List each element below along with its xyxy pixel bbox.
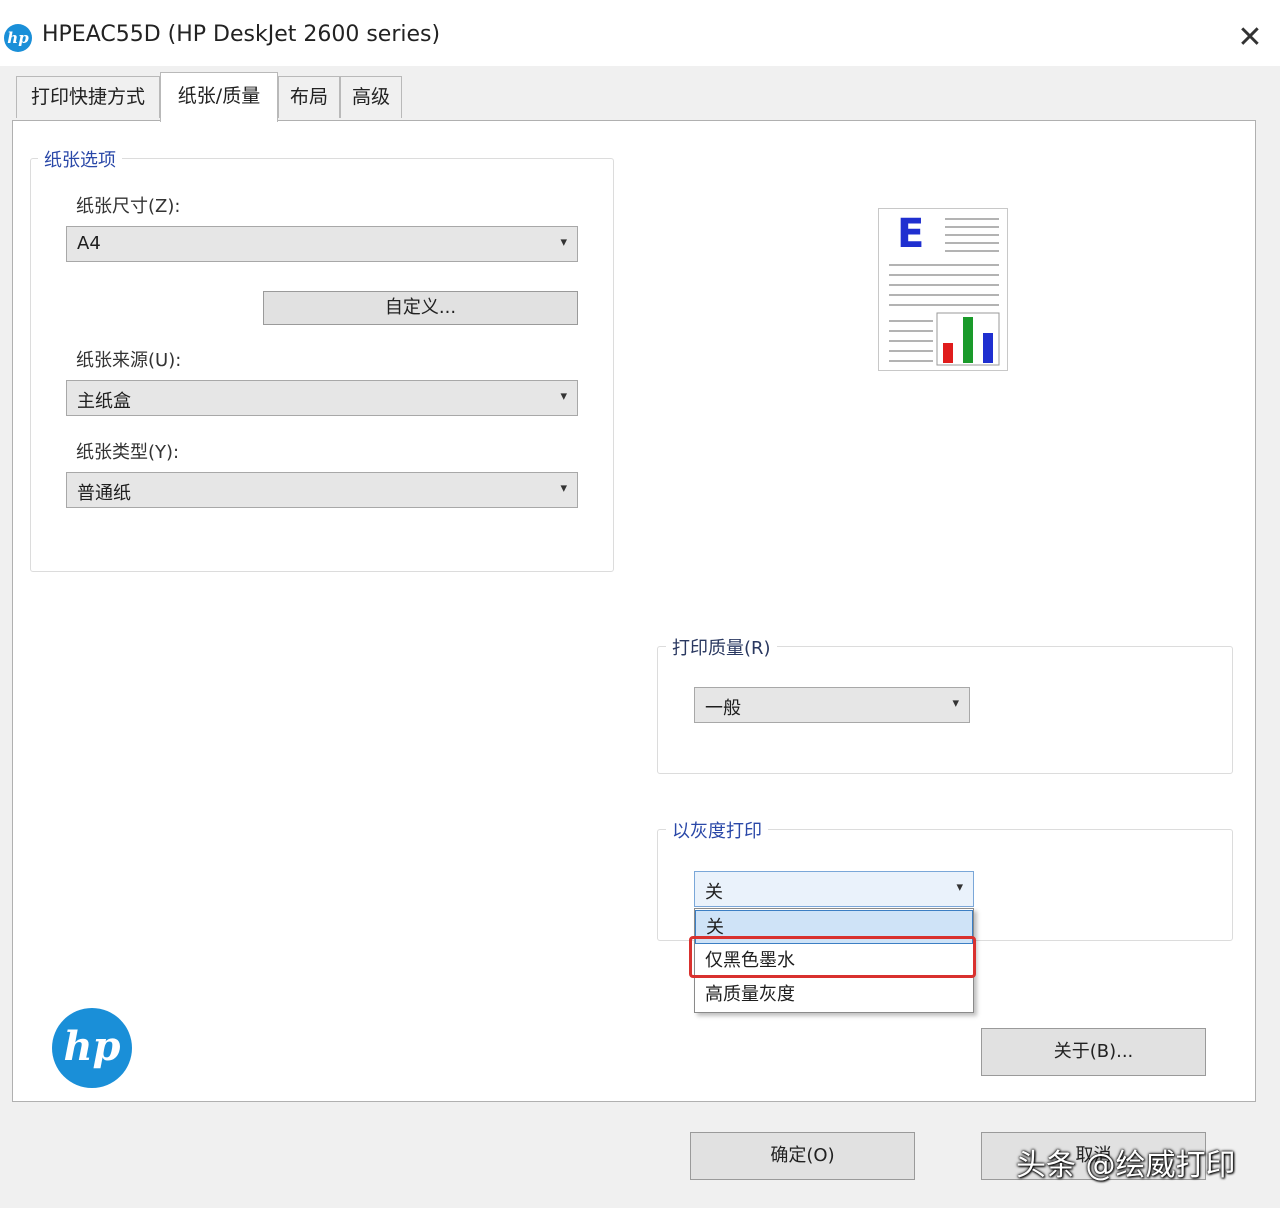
grayscale-title: 以灰度打印 bbox=[666, 817, 768, 843]
document-preview: E bbox=[878, 208, 1008, 371]
paper-options-title: 纸张选项 bbox=[38, 146, 122, 172]
chevron-down-icon: ▾ bbox=[560, 389, 567, 404]
print-quality-select[interactable]: 一般 ▾ bbox=[694, 687, 970, 723]
tab-print-shortcuts[interactable]: 打印快捷方式 bbox=[16, 76, 160, 118]
tab-advanced[interactable]: 高级 bbox=[340, 76, 402, 118]
paper-size-label: 纸张尺寸(Z): bbox=[76, 192, 180, 218]
paper-type-select[interactable]: 普通纸 ▾ bbox=[66, 472, 578, 508]
hp-logo: hp bbox=[52, 1008, 132, 1088]
paper-type-label: 纸张类型(Y): bbox=[76, 438, 179, 464]
paper-source-label: 纸张来源(U): bbox=[76, 346, 181, 372]
grayscale-dropdown-list: 关 仅黑色墨水 高质量灰度 bbox=[694, 908, 974, 1013]
chevron-down-icon: ▾ bbox=[560, 235, 567, 250]
preview-letter: E bbox=[897, 211, 924, 257]
paper-type-value: 普通纸 bbox=[77, 479, 131, 505]
ok-button[interactable]: 确定(O) bbox=[690, 1132, 915, 1180]
tab-layout[interactable]: 布局 bbox=[278, 76, 340, 118]
grayscale-select[interactable]: 关 ▾ bbox=[694, 871, 974, 907]
close-icon[interactable]: ✕ bbox=[1232, 22, 1268, 56]
grayscale-option-high-quality-gray[interactable]: 高质量灰度 bbox=[695, 978, 973, 1012]
grayscale-option-black-ink-only[interactable]: 仅黑色墨水 bbox=[695, 944, 973, 978]
watermark: 头条 @绘威打印 bbox=[1016, 1140, 1236, 1184]
chevron-down-icon: ▾ bbox=[956, 880, 963, 895]
grayscale-value: 关 bbox=[705, 878, 723, 904]
paper-source-value: 主纸盒 bbox=[77, 387, 131, 413]
print-quality-title: 打印质量(R) bbox=[666, 634, 777, 660]
custom-size-button[interactable]: 自定义... bbox=[263, 291, 578, 325]
chevron-down-icon: ▾ bbox=[952, 696, 959, 711]
paper-size-select[interactable]: A4 ▾ bbox=[66, 226, 578, 262]
title-bar: hp HPEAC55D (HP DeskJet 2600 series) ✕ bbox=[0, 0, 1280, 66]
paper-size-value: A4 bbox=[77, 233, 101, 254]
about-button[interactable]: 关于(B)... bbox=[981, 1028, 1206, 1076]
chevron-down-icon: ▾ bbox=[560, 481, 567, 496]
document-preview-icon: E bbox=[879, 209, 1007, 370]
hp-app-icon: hp bbox=[4, 24, 32, 52]
tab-paper-quality[interactable]: 纸张/质量 bbox=[160, 72, 278, 122]
paper-source-select[interactable]: 主纸盒 ▾ bbox=[66, 380, 578, 416]
window-title: HPEAC55D (HP DeskJet 2600 series) bbox=[42, 22, 440, 47]
print-quality-value: 一般 bbox=[705, 694, 741, 720]
grayscale-option-off[interactable]: 关 bbox=[695, 910, 973, 944]
